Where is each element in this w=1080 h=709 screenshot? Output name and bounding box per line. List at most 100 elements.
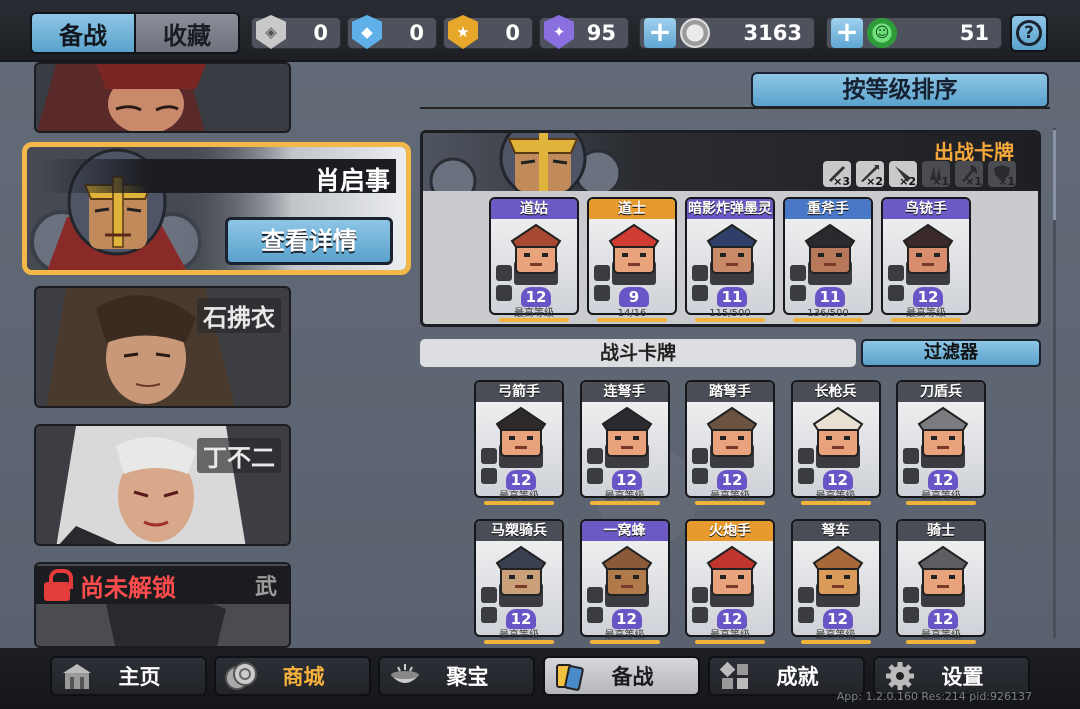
unit-type-icon (481, 448, 497, 464)
battle-card[interactable]: 踏弩手 12 最高等级 (685, 380, 775, 508)
cards-icon (556, 664, 584, 691)
battle-cards-title: 战斗卡牌 (420, 339, 856, 367)
deck-card[interactable]: 道士 9 14/16 (587, 197, 677, 324)
unit-level: 12 (521, 287, 551, 307)
claw-icon: ×1 (922, 161, 950, 187)
add-coins-button[interactable]: + (644, 18, 676, 48)
nav-shop[interactable]: 商城 (214, 656, 371, 696)
battle-card[interactable]: 骑士 12 最高等级 (896, 519, 986, 647)
unit-type-icon (692, 587, 708, 603)
unit-trait-icon (903, 468, 919, 484)
battle-card[interactable]: 火炮手 12 最高等级 (685, 519, 775, 647)
hero-card-ding-buer[interactable]: 丁不二 (34, 424, 291, 546)
locked-text: 尚未解锁 (80, 573, 176, 602)
locked-banner: 尚未解锁 武 (34, 566, 291, 604)
unit-trait-icon (496, 285, 512, 301)
deck-card[interactable]: 暗影炸弹墨灵 11 115/500 (685, 197, 775, 324)
unit-trait-icon (594, 285, 610, 301)
unit-level: 12 (928, 609, 958, 629)
gems-display: + ☺ 51 (826, 17, 1002, 49)
sort-by-level-button[interactable]: 按等级排序 (751, 72, 1049, 108)
add-gems-button[interactable]: + (831, 18, 863, 48)
build-info: App: 1.2.0.160 Res:214 pid:926137 (836, 690, 1032, 703)
help-button[interactable]: ? (1010, 14, 1048, 52)
battle-card[interactable]: 一窝蜂 12 最高等级 (579, 519, 670, 647)
spear-icon: ×2 (856, 161, 884, 187)
deck-card[interactable]: 道姑 12 最高等级 (489, 197, 579, 324)
hero-name-ding-buer: 丁不二 (197, 438, 281, 473)
unit-progress-bar (695, 501, 765, 505)
divider (420, 107, 1050, 109)
nav-home[interactable]: 主页 (50, 656, 207, 696)
battle-card[interactable]: 弓箭手 12 最高等级 (474, 380, 564, 508)
unit-portrait (896, 223, 960, 287)
unit-card-frame: 鸟铳手 12 (881, 197, 971, 315)
blade-icon: ×2 (889, 161, 917, 187)
help-icon: ? (1016, 20, 1042, 46)
unit-progress-bar (800, 501, 871, 505)
filter-button[interactable]: 过滤器 (861, 339, 1041, 367)
gold-badge-icon: ★ (448, 15, 478, 49)
unit-card-frame: 马槊骑兵 12 (474, 519, 564, 637)
unit-progress-bar (499, 318, 569, 322)
unit-trait-icon (692, 285, 708, 301)
hero-card-top-partial[interactable] (34, 62, 291, 133)
view-details-button[interactable]: 查看详情 (225, 217, 393, 265)
hero-card-shi-fuyi[interactable]: 石拂衣 (34, 286, 291, 408)
unit-progress-bar (695, 640, 765, 644)
unit-name: 长枪兵 (792, 382, 879, 402)
deck-card[interactable]: 鸟铳手 12 最高等级 (881, 197, 971, 324)
unit-level: 12 (506, 470, 536, 490)
unit-type-icon (797, 587, 814, 603)
unit-progress-bar (906, 640, 976, 644)
unit-card-frame: 一窝蜂 12 (579, 519, 670, 637)
unit-trait-icon (692, 468, 708, 484)
unit-level: 12 (928, 470, 958, 490)
deck-card[interactable]: 重斧手 11 136/500 (783, 197, 873, 324)
nav-prepare-label: 备战 (611, 665, 654, 689)
unit-level: 12 (611, 470, 642, 490)
unit-type-icon (586, 448, 603, 464)
unit-level: 9 (619, 287, 649, 307)
battle-card[interactable]: 连弩手 12 最高等级 (579, 380, 670, 508)
unit-type-icon (481, 587, 497, 603)
unit-progress-bar (484, 640, 554, 644)
unit-name: 马槊骑兵 (476, 521, 562, 541)
hero-portrait-red (36, 64, 289, 131)
unit-portrait (489, 406, 553, 470)
shop-coins-icon (225, 662, 257, 690)
unit-type-icon (496, 265, 512, 281)
unit-name: 踏弩手 (687, 382, 773, 402)
unit-name: 骑士 (898, 521, 984, 541)
unit-portrait (911, 545, 975, 609)
nav-settings-label: 设置 (941, 665, 984, 689)
unit-card-frame: 道姑 12 (489, 197, 579, 315)
top-bar: 备战 收藏 ◈ 0 ◆ 0 ★ 0 ✦ 95 + 3163 + ☺ 51 ? (0, 0, 1080, 62)
unit-portrait (700, 223, 764, 287)
unit-trait-icon (586, 607, 603, 623)
nav-prepare[interactable]: 备战 (543, 656, 700, 696)
unit-card-frame: 暗影炸弹墨灵 11 (685, 197, 775, 315)
unit-progress-bar (793, 318, 863, 322)
silver-coin-icon (680, 18, 710, 48)
tab-prepare[interactable]: 备战 (32, 14, 136, 52)
battle-card[interactable]: 长枪兵 12 最高等级 (790, 380, 881, 508)
tab-collection[interactable]: 收藏 (136, 14, 238, 52)
deck-stat-icons: ×3 ×2 ×2 ×1 ×1 ×1 (823, 161, 1016, 187)
scrollbar-thumb[interactable] (1053, 130, 1056, 220)
unit-portrait (806, 406, 870, 470)
unit-level: 12 (913, 287, 943, 307)
battle-card[interactable]: 弩车 12 最高等级 (790, 519, 881, 647)
unit-progress-bar (906, 501, 976, 505)
unit-card-frame: 刀盾兵 12 (896, 380, 986, 498)
nav-home-label: 主页 (118, 665, 161, 689)
hero-card-selected[interactable]: 肖启事 查看详情 (22, 142, 411, 275)
battle-card[interactable]: 刀盾兵 12 最高等级 (896, 380, 986, 508)
axe-icon: ×1 (955, 161, 983, 187)
resource-blue: ◆ 0 (347, 15, 437, 49)
unit-progress-bar (695, 318, 765, 322)
battle-card[interactable]: 马槊骑兵 12 最高等级 (474, 519, 564, 647)
nav-treasure[interactable]: 聚宝 (378, 656, 535, 696)
unit-name: 弓箭手 (476, 382, 562, 402)
unit-trait-icon (797, 468, 814, 484)
